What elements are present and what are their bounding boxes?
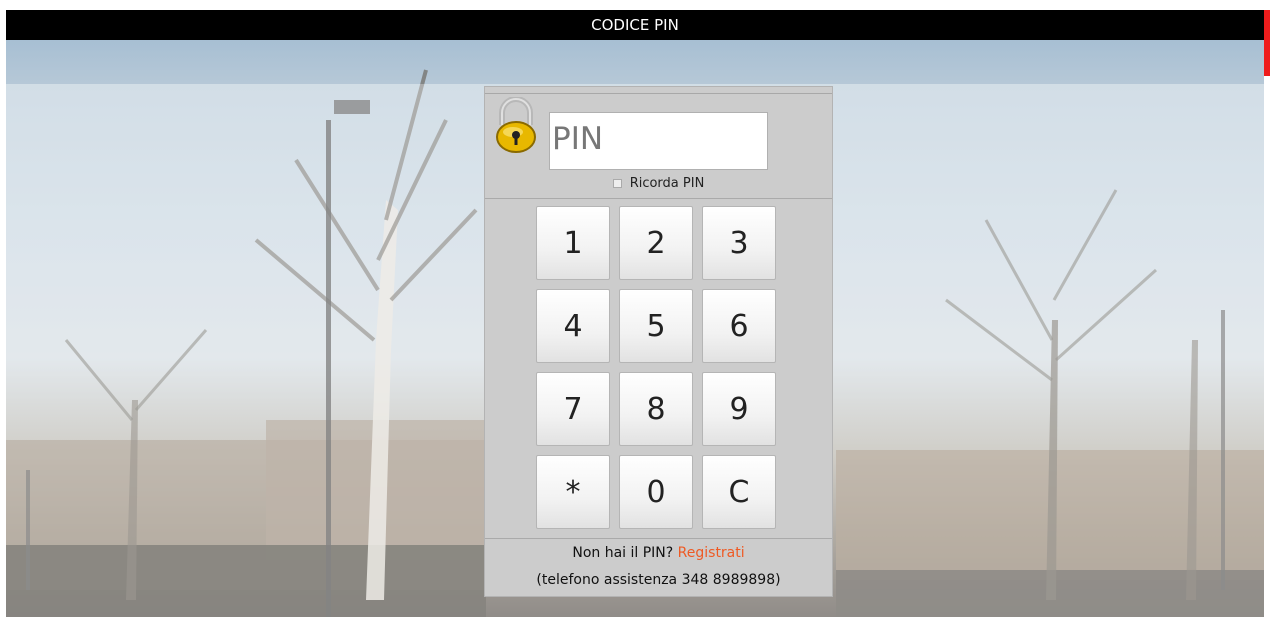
key-3[interactable]: 3 xyxy=(702,206,776,280)
pin-panel: PIN Ricorda PIN 1 2 3 4 5 6 7 8 9 * 0 C … xyxy=(484,86,833,597)
remember-pin-option[interactable]: Ricorda PIN xyxy=(485,176,832,191)
key-star[interactable]: * xyxy=(536,455,610,529)
remember-pin-checkbox[interactable] xyxy=(612,179,622,188)
register-link[interactable]: Registrati xyxy=(678,545,745,561)
key-6[interactable]: 6 xyxy=(702,289,776,363)
remember-pin-label: Ricorda PIN xyxy=(629,176,705,191)
key-4[interactable]: 4 xyxy=(536,289,610,363)
no-pin-text: Non hai il PIN? xyxy=(572,545,674,561)
key-0[interactable]: 0 xyxy=(619,455,693,529)
panel-divider-top xyxy=(485,93,832,94)
no-pin-row: Non hai il PIN? Registrati xyxy=(485,545,832,561)
key-5[interactable]: 5 xyxy=(619,289,693,363)
key-8[interactable]: 8 xyxy=(619,372,693,446)
panel-divider-bottom xyxy=(485,538,832,539)
key-9[interactable]: 9 xyxy=(702,372,776,446)
numeric-keypad: 1 2 3 4 5 6 7 8 9 * 0 C xyxy=(536,206,778,532)
key-1[interactable]: 1 xyxy=(536,206,610,280)
padlock-icon xyxy=(496,97,536,153)
key-2[interactable]: 2 xyxy=(619,206,693,280)
key-clear[interactable]: C xyxy=(702,455,776,529)
key-7[interactable]: 7 xyxy=(536,372,610,446)
support-phone-text: (telefono assistenza 348 8989898) xyxy=(536,572,781,588)
panel-divider xyxy=(485,198,832,199)
page-title: CODICE PIN xyxy=(6,10,1264,40)
red-edge-indicator xyxy=(1264,10,1270,76)
pin-input[interactable]: PIN xyxy=(549,112,768,170)
